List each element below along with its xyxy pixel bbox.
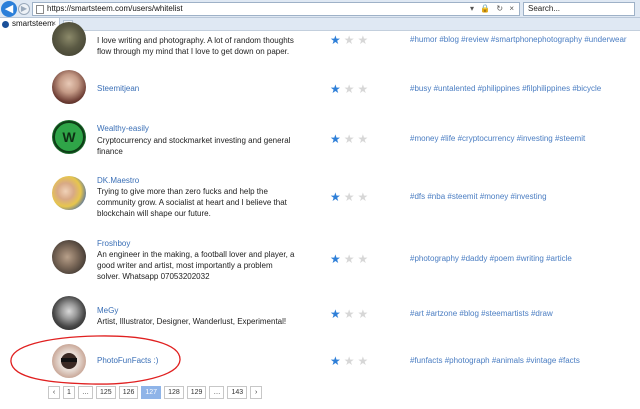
tag-list[interactable]: #funfacts #photograph #animals #vintage … [410,356,580,365]
avatar[interactable]: W [52,120,86,154]
page-button[interactable]: 128 [164,386,184,399]
tab-smartsteem[interactable]: smartsteem × [0,18,60,31]
star-filled-icon[interactable]: ★ [330,252,344,266]
star-filled-icon[interactable]: ★ [330,190,344,204]
pagination: ‹ 1 … 125 126 127 128 129 … 143 › [48,386,263,399]
rating-stars[interactable]: ★★★ [330,307,371,321]
star-empty-icon[interactable]: ★ [358,190,372,204]
rating-stars[interactable]: ★★★ [330,354,371,368]
star-filled-icon[interactable]: ★ [330,132,344,146]
rating-stars[interactable]: ★★★ [330,190,371,204]
page-ellipsis: … [209,386,225,399]
address-bar-icons[interactable]: ▾ 🔒 ↻ × [470,4,516,13]
svg-text:W: W [62,129,76,145]
user-name[interactable]: DK.Maestro [97,176,139,185]
star-filled-icon[interactable]: ★ [330,307,344,321]
star-empty-icon[interactable]: ★ [358,33,372,47]
page-button[interactable]: 125 [96,386,116,399]
star-empty-icon[interactable]: ★ [344,33,358,47]
star-empty-icon[interactable]: ★ [344,132,358,146]
star-empty-icon[interactable]: ★ [358,354,372,368]
page-button[interactable]: 1 [63,386,75,399]
back-arrow-icon[interactable]: ◀ [1,1,17,17]
user-name[interactable]: Froshboy [97,239,130,248]
page-next-button[interactable]: › [250,386,263,399]
star-filled-icon[interactable]: ★ [330,33,344,47]
tab-strip: smartsteem × [0,18,640,31]
rating-stars[interactable]: ★★★ [330,132,371,146]
star-empty-icon[interactable]: ★ [344,252,358,266]
tag-list[interactable]: #money #life #cryptocurrency #investing … [410,134,585,143]
close-icon[interactable]: × [51,19,56,28]
user-description: I love writing and photography. A lot of… [97,36,294,56]
rating-stars[interactable]: ★★★ [330,33,371,47]
user-name[interactable]: Steemitjean [97,84,139,93]
glasses-icon [61,353,77,369]
star-empty-icon[interactable]: ★ [344,354,358,368]
forward-arrow-icon[interactable]: ▶ [18,3,30,15]
page-button[interactable]: 143 [227,386,248,399]
tag-list[interactable]: #dfs #nba #steemit #money #investing [410,192,547,201]
tag-list[interactable]: #photography #daddy #poem #writing #arti… [410,254,572,263]
star-empty-icon[interactable]: ★ [358,132,372,146]
page-icon [36,5,44,14]
tab-title: smartsteem [12,19,54,28]
user-description: Artist, Illustrator, Designer, Wanderlus… [97,317,287,326]
avatar[interactable] [52,70,86,104]
user-description: Cryptocurrency and stockmarket investing… [97,136,291,156]
star-empty-icon[interactable]: ★ [344,82,358,96]
star-filled-icon[interactable]: ★ [330,82,344,96]
wealthy-logo-icon: W [53,121,85,153]
rating-stars[interactable]: ★★★ [330,82,371,96]
site-favicon-icon [2,21,9,28]
search-input[interactable]: Search... [523,2,635,16]
page-button[interactable]: 126 [118,386,139,399]
url-text: https://smartsteem.com/users/whitelist [47,4,183,13]
address-bar[interactable]: https://smartsteem.com/users/whitelist ▾… [32,2,520,16]
star-empty-icon[interactable]: ★ [358,307,372,321]
user-name[interactable]: PhotoFunFacts :) [97,356,158,365]
page-prev-button[interactable]: ‹ [48,386,60,399]
rating-stars[interactable]: ★★★ [330,252,371,266]
page-ellipsis: … [78,386,93,399]
star-empty-icon[interactable]: ★ [358,252,372,266]
star-empty-icon[interactable]: ★ [358,82,372,96]
page-button[interactable]: 129 [186,386,207,399]
user-name[interactable]: Wealthy-easily [97,124,149,133]
avatar[interactable] [52,240,86,274]
avatar[interactable] [52,296,86,330]
tag-list[interactable]: #humor #blog #review #smartphonephotogra… [410,35,627,44]
page-button-current[interactable]: 127 [141,386,162,399]
avatar[interactable] [52,176,86,210]
search-placeholder: Search... [528,4,561,13]
avatar[interactable] [52,344,86,378]
user-name[interactable]: MeGy [97,306,118,315]
star-empty-icon[interactable]: ★ [344,307,358,321]
tag-list[interactable]: #art #artzone #blog #steemartists #draw [410,309,553,318]
star-empty-icon[interactable]: ★ [344,190,358,204]
star-filled-icon[interactable]: ★ [330,354,344,368]
tag-list[interactable]: #busy #untalented #philippines #filphili… [410,84,601,93]
user-description: Trying to give more than zero fucks and … [97,187,287,218]
user-description: An engineer in the making, a football lo… [97,250,295,281]
avatar[interactable] [52,22,86,56]
browser-toolbar: ◀ ▶ https://smartsteem.com/users/whiteli… [0,0,640,18]
